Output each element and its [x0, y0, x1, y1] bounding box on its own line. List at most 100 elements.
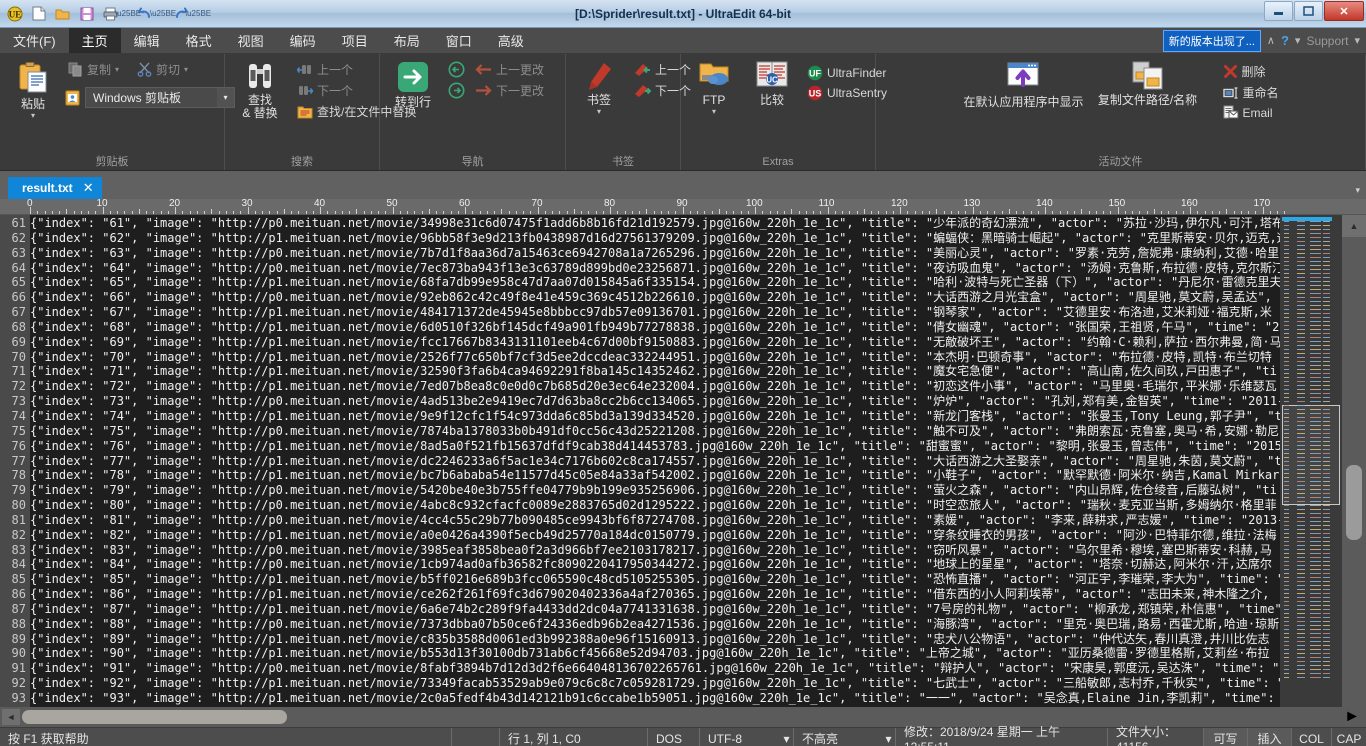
code-line[interactable]: {"index": "69", "image": "http://p1.meit…: [30, 335, 1280, 350]
support-link[interactable]: Support: [1306, 34, 1348, 48]
code-line[interactable]: {"index": "72", "image": "http://p1.meit…: [30, 379, 1280, 394]
find-replace-button[interactable]: 查找 & 替换: [231, 58, 289, 123]
encoding-caret-icon[interactable]: ▾: [780, 728, 794, 746]
code-line[interactable]: {"index": "93", "image": "http://p1.meit…: [30, 691, 1280, 706]
code-line[interactable]: {"index": "90", "image": "http://p1.meit…: [30, 646, 1280, 661]
goto-line-button[interactable]: 转到行: [386, 58, 440, 112]
close-icon[interactable]: ✕: [83, 180, 94, 196]
tab-result-txt[interactable]: result.txt ✕: [8, 177, 102, 199]
code-line[interactable]: {"index": "75", "image": "http://p0.meit…: [30, 424, 1280, 439]
ftp-button[interactable]: FTP ▾: [687, 58, 741, 119]
menu-bar[interactable]: 文件(F) 主页 编辑 格式 视图 编码 项目 布局 窗口 高级 新的版本出现了…: [0, 28, 1366, 54]
open-folder-icon[interactable]: [52, 3, 73, 24]
new-version-badge[interactable]: 新的版本出现了...: [1162, 29, 1261, 52]
code-line[interactable]: {"index": "81", "image": "http://p0.meit…: [30, 513, 1280, 528]
code-line[interactable]: {"index": "80", "image": "http://p0.meit…: [30, 498, 1280, 513]
window-controls[interactable]: ✕: [1264, 1, 1364, 21]
text-editor-content[interactable]: {"index": "61", "image": "http://p0.meit…: [30, 215, 1280, 707]
menu-item-view[interactable]: 视图: [225, 28, 277, 53]
code-line[interactable]: {"index": "85", "image": "http://p1.meit…: [30, 572, 1280, 587]
code-line[interactable]: {"index": "82", "image": "http://p1.meit…: [30, 528, 1280, 543]
code-line[interactable]: {"index": "65", "image": "http://p1.meit…: [30, 275, 1280, 290]
status-line-ending[interactable]: DOS: [648, 728, 700, 746]
cut-caret-icon[interactable]: ▾: [184, 65, 188, 74]
vertical-scroll-thumb[interactable]: [1346, 465, 1362, 540]
code-line[interactable]: {"index": "73", "image": "http://p0.meit…: [30, 394, 1280, 409]
help-icon[interactable]: ?: [1281, 33, 1289, 48]
status-encoding[interactable]: UTF-8: [700, 728, 780, 746]
minimize-button[interactable]: [1264, 1, 1293, 21]
horizontal-scroll-track[interactable]: [22, 710, 1336, 724]
code-line[interactable]: {"index": "64", "image": "http://p0.meit…: [30, 261, 1280, 276]
status-col-mode[interactable]: COL: [1292, 728, 1332, 746]
quick-access-toolbar[interactable]: UE \u25BE \u25BE \u25BE: [0, 0, 211, 27]
highlight-caret-icon[interactable]: ▾: [882, 728, 896, 746]
prev-change-button[interactable]: 上一更改: [471, 60, 548, 79]
document-minimap[interactable]: [1280, 215, 1342, 707]
app-logo-icon[interactable]: UE: [4, 3, 25, 24]
code-line[interactable]: {"index": "79", "image": "http://p0.meit…: [30, 483, 1280, 498]
undo-caret-icon[interactable]: \u25BE: [150, 9, 176, 18]
paste-button[interactable]: 粘贴 ▾: [6, 58, 60, 123]
code-line[interactable]: {"index": "89", "image": "http://p1.meit…: [30, 632, 1280, 647]
menu-item-encoding[interactable]: 编码: [277, 28, 329, 53]
bookmark-caret-icon[interactable]: ▾: [597, 108, 601, 116]
code-line[interactable]: {"index": "86", "image": "http://p1.meit…: [30, 587, 1280, 602]
code-line[interactable]: {"index": "78", "image": "http://p1.meit…: [30, 468, 1280, 483]
menu-item-file[interactable]: 文件(F): [0, 28, 69, 53]
code-line[interactable]: {"index": "88", "image": "http://p0.meit…: [30, 617, 1280, 632]
copy-file-path-button[interactable]: 复制文件路径/名称: [1093, 58, 1203, 110]
print-caret-icon[interactable]: \u25BE: [115, 9, 141, 18]
customize-qat-icon[interactable]: \u25BE: [185, 9, 211, 18]
nav-forward-icon[interactable]: [448, 82, 465, 99]
collapse-ribbon-icon[interactable]: ∧: [1267, 34, 1275, 47]
menu-item-advanced[interactable]: 高级: [485, 28, 537, 53]
menu-item-format[interactable]: 格式: [173, 28, 225, 53]
status-caret-position[interactable]: 行 1, 列 1, C0: [500, 728, 648, 746]
code-line[interactable]: {"index": "74", "image": "http://p1.meit…: [30, 409, 1280, 424]
status-insert-mode[interactable]: 插入: [1248, 728, 1292, 746]
code-line[interactable]: {"index": "76", "image": "http://p1.meit…: [30, 439, 1280, 454]
code-line[interactable]: {"index": "67", "image": "http://p1.meit…: [30, 305, 1280, 320]
code-line[interactable]: {"index": "71", "image": "http://p1.meit…: [30, 364, 1280, 379]
paste-caret-icon[interactable]: ▾: [31, 112, 35, 120]
new-file-icon[interactable]: [28, 3, 49, 24]
code-line[interactable]: {"index": "62", "image": "http://p1.meit…: [30, 231, 1280, 246]
vertical-scrollbar[interactable]: ▲: [1342, 215, 1366, 707]
menu-item-window[interactable]: 窗口: [433, 28, 485, 53]
code-line[interactable]: {"index": "61", "image": "http://p0.meit…: [30, 216, 1280, 231]
menu-item-edit[interactable]: 编辑: [121, 28, 173, 53]
save-icon[interactable]: [76, 3, 97, 24]
code-line[interactable]: {"index": "84", "image": "http://p0.meit…: [30, 557, 1280, 572]
copy-caret-icon[interactable]: ▾: [115, 65, 119, 74]
close-button[interactable]: ✕: [1324, 1, 1364, 21]
code-line[interactable]: {"index": "91", "image": "http://p0.meit…: [30, 661, 1280, 676]
tab-overflow-icon[interactable]: ▾: [1355, 185, 1360, 196]
menu-item-home[interactable]: 主页: [68, 28, 121, 53]
ftp-caret-icon[interactable]: ▾: [712, 108, 716, 116]
menu-item-project[interactable]: 项目: [329, 28, 381, 53]
code-line[interactable]: {"index": "63", "image": "http://p0.meit…: [30, 246, 1280, 261]
code-line[interactable]: {"index": "66", "image": "http://p0.meit…: [30, 290, 1280, 305]
support-caret-icon[interactable]: ▾: [1354, 34, 1360, 47]
email-button[interactable]: Email: [1219, 104, 1283, 121]
code-line[interactable]: {"index": "68", "image": "http://p1.meit…: [30, 320, 1280, 335]
code-line[interactable]: {"index": "83", "image": "http://p0.meit…: [30, 543, 1280, 558]
rename-button[interactable]: 重命名: [1219, 83, 1283, 102]
next-change-button[interactable]: 下一更改: [471, 81, 548, 100]
code-line[interactable]: {"index": "70", "image": "http://p1.meit…: [30, 350, 1280, 365]
status-writable[interactable]: 可写: [1204, 728, 1248, 746]
cut-button[interactable]: 剪切 ▾: [133, 60, 192, 79]
minimap-viewport[interactable]: [1282, 405, 1340, 505]
open-in-default-app-button[interactable]: 在默认应用程序中显示: [958, 58, 1088, 112]
scroll-up-button[interactable]: ▲: [1342, 215, 1366, 237]
bookmark-button[interactable]: 书签 ▾: [572, 58, 626, 119]
status-highlight-mode[interactable]: 不高亮: [794, 728, 882, 746]
scroll-right-button[interactable]: ►: [1336, 708, 1366, 726]
maximize-button[interactable]: [1294, 1, 1323, 21]
help-caret-icon[interactable]: ▾: [1295, 34, 1301, 47]
code-line[interactable]: {"index": "92", "image": "http://p1.meit…: [30, 676, 1280, 691]
delete-button[interactable]: 删除: [1219, 62, 1283, 81]
code-line[interactable]: {"index": "77", "image": "http://p1.meit…: [30, 454, 1280, 469]
clipboard-selector[interactable]: Windows 剪贴板 ▾: [85, 87, 235, 108]
